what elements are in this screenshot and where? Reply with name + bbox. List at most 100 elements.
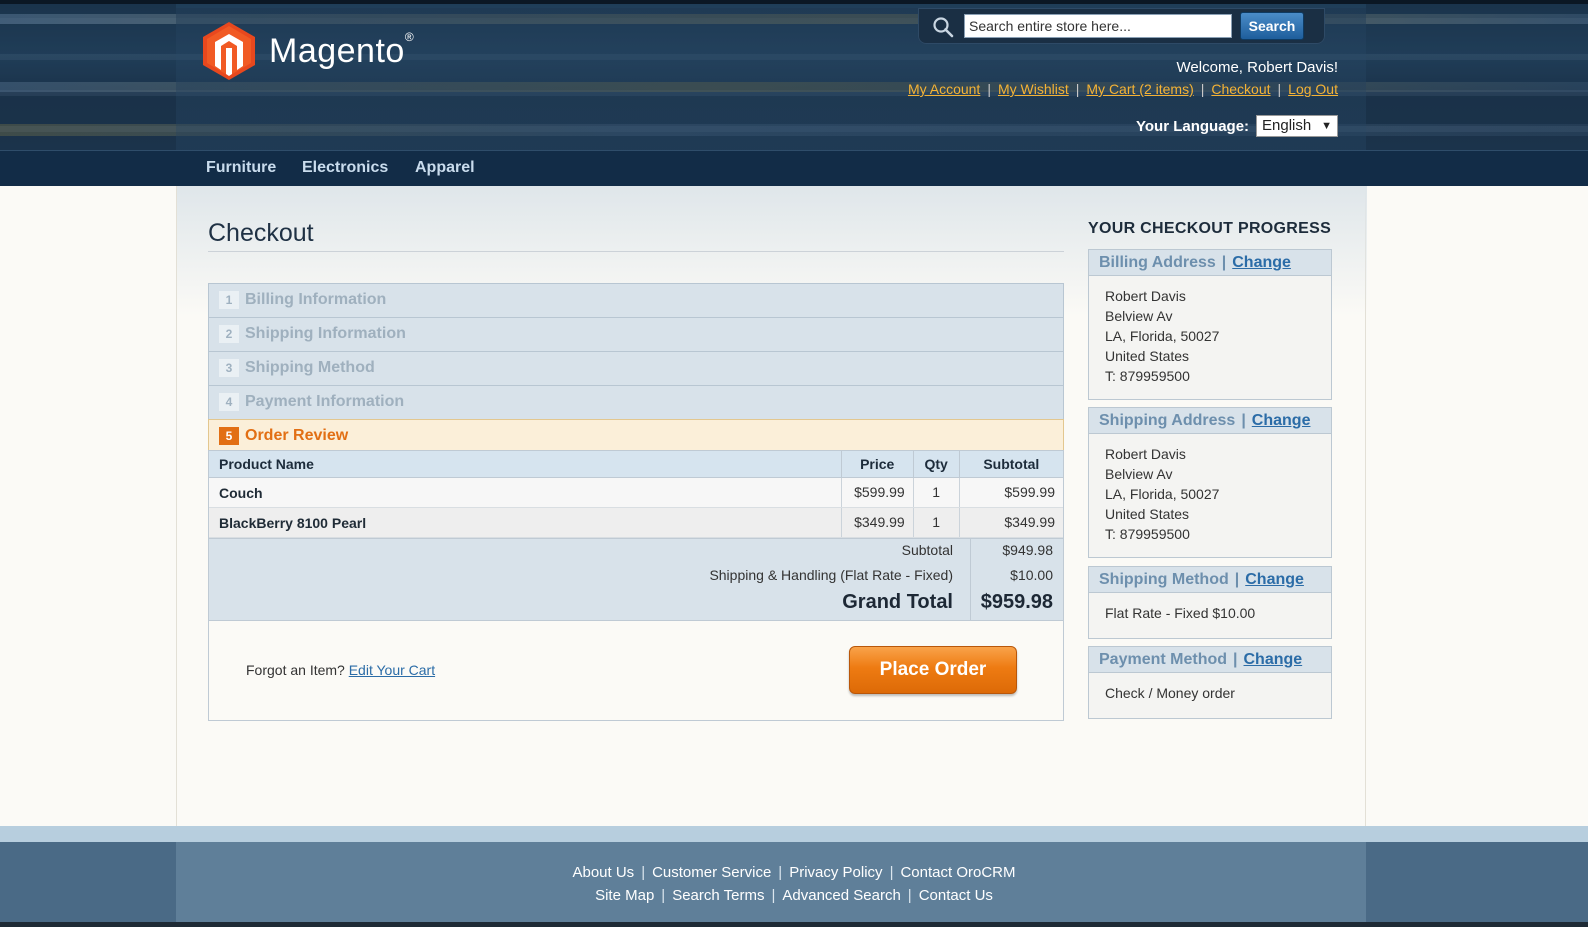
footer-link-about-us[interactable]: About Us bbox=[572, 864, 634, 881]
separator: | bbox=[1200, 81, 1205, 97]
language-label: Your Language: bbox=[1136, 118, 1250, 135]
place-order-button[interactable]: Place Order bbox=[849, 645, 1017, 694]
order-totals: Subtotal $949.98 Shipping & Handling (Fl… bbox=[207, 537, 1063, 621]
change-billing-link[interactable]: Change bbox=[1232, 254, 1291, 271]
separator: | bbox=[1233, 651, 1238, 668]
order-items-table: Product Name Price Qty Subtotal Couch $5… bbox=[209, 451, 1063, 538]
address-line: T: 879959500 bbox=[1105, 368, 1190, 384]
footer-link-advanced-search[interactable]: Advanced Search bbox=[782, 887, 900, 904]
product-name: Couch bbox=[209, 477, 842, 508]
change-shipping-address-link[interactable]: Change bbox=[1252, 412, 1311, 429]
footer-link-customer-service[interactable]: Customer Service bbox=[652, 864, 771, 881]
footer-link-search-terms[interactable]: Search Terms bbox=[672, 887, 764, 904]
progress-payment-method: Payment Method | Change Check / Money orde… bbox=[1088, 646, 1332, 719]
review-footer: Forgot an Item? Edit Your Cart Place Ord… bbox=[209, 619, 1063, 720]
shipping-value: $10.00 bbox=[1010, 566, 1053, 583]
table-row: BlackBerry 8100 Pearl $349.99 1 $349.99 bbox=[209, 507, 1063, 538]
search-box: Search bbox=[918, 8, 1325, 44]
change-shipping-method-link[interactable]: Change bbox=[1245, 571, 1304, 588]
step-number: 1 bbox=[219, 291, 239, 309]
my-wishlist-link[interactable]: My Wishlist bbox=[998, 81, 1069, 97]
progress-box-title: Payment Method bbox=[1099, 651, 1228, 668]
step-shipping-method[interactable]: 3 Shipping Method bbox=[208, 351, 1064, 385]
address-line: Robert Davis bbox=[1105, 446, 1186, 462]
footer-link-privacy-policy[interactable]: Privacy Policy bbox=[789, 864, 882, 881]
step-label: Order Review bbox=[245, 427, 349, 444]
shipping-method-body: Flat Rate - Fixed $10.00 bbox=[1089, 593, 1331, 631]
change-payment-method-link[interactable]: Change bbox=[1244, 651, 1303, 668]
product-subtotal: $349.99 bbox=[959, 507, 1063, 538]
search-button[interactable]: Search bbox=[1240, 12, 1304, 40]
language-select[interactable]: English ▼ bbox=[1256, 115, 1338, 137]
account-links: My Account | My Wishlist | My Cart (2 items)… bbox=[908, 81, 1338, 97]
product-name: BlackBerry 8100 Pearl bbox=[209, 507, 842, 538]
separator: | bbox=[889, 864, 894, 881]
product-price: $349.99 bbox=[841, 507, 914, 538]
separator: | bbox=[1277, 81, 1282, 97]
separator: | bbox=[1234, 571, 1240, 588]
checkout-steps: 1 Billing Information 2 Shipping Informa… bbox=[208, 283, 1064, 452]
grand-total-row: Grand Total $959.98 bbox=[207, 591, 1063, 615]
payment-method-value: Check / Money order bbox=[1105, 685, 1235, 701]
address-line: LA, Florida, 50027 bbox=[1105, 328, 1220, 344]
address-line: Belview Av bbox=[1105, 308, 1173, 324]
step-label: Shipping Method bbox=[245, 359, 375, 376]
step-label: Billing Information bbox=[245, 291, 387, 308]
my-account-link[interactable]: My Account bbox=[908, 81, 980, 97]
footer-bottom-bar bbox=[0, 922, 1588, 927]
progress-box-title: Billing Address bbox=[1099, 254, 1216, 271]
progress-box-title: Shipping Method bbox=[1099, 571, 1229, 588]
step-number: 4 bbox=[219, 393, 239, 411]
product-qty: 1 bbox=[913, 477, 960, 508]
column-header-product-name: Product Name bbox=[209, 451, 842, 478]
step-number: 2 bbox=[219, 325, 239, 343]
welcome-message: Welcome, Robert Davis! bbox=[1176, 59, 1338, 76]
edit-cart-link[interactable]: Edit Your Cart bbox=[349, 662, 435, 678]
store-logo[interactable]: Magento ® bbox=[203, 22, 414, 80]
my-cart-link[interactable]: My Cart (2 items) bbox=[1086, 81, 1193, 97]
logo-registered-mark: ® bbox=[404, 30, 414, 44]
separator: | bbox=[1221, 254, 1227, 271]
separator: | bbox=[771, 887, 776, 904]
step-number: 3 bbox=[219, 359, 239, 377]
order-review: Product Name Price Qty Subtotal Couch $5… bbox=[208, 450, 1064, 721]
separator: | bbox=[1075, 81, 1080, 97]
footer-link-contact-orocrm[interactable]: Contact OroCRM bbox=[900, 864, 1015, 881]
checkout-link[interactable]: Checkout bbox=[1211, 81, 1270, 97]
step-shipping-information[interactable]: 2 Shipping Information bbox=[208, 317, 1064, 351]
table-row: Couch $599.99 1 $599.99 bbox=[209, 477, 1063, 508]
separator: | bbox=[907, 887, 912, 904]
title-divider bbox=[208, 251, 1064, 252]
nav-item-furniture[interactable]: Furniture bbox=[206, 159, 276, 177]
nav-item-electronics[interactable]: Electronics bbox=[302, 159, 388, 177]
progress-box-header: Billing Address | Change bbox=[1089, 250, 1331, 276]
step-number: 5 bbox=[219, 427, 239, 445]
footer-link-contact-us[interactable]: Contact Us bbox=[919, 887, 993, 904]
search-icon bbox=[933, 17, 954, 38]
forgot-item-text: Forgot an Item? Edit Your Cart bbox=[246, 662, 435, 678]
step-billing-information[interactable]: 1 Billing Information bbox=[208, 283, 1064, 317]
product-price: $599.99 bbox=[841, 477, 914, 508]
separator: | bbox=[778, 864, 783, 881]
page-title: Checkout bbox=[208, 219, 314, 247]
separator: | bbox=[1241, 412, 1246, 429]
footer-inner bbox=[176, 842, 1366, 927]
search-input[interactable] bbox=[964, 14, 1232, 38]
shipping-label: Shipping & Handling (Flat Rate - Fixed) bbox=[709, 566, 953, 583]
nav-item-apparel[interactable]: Apparel bbox=[415, 159, 475, 177]
shipping-address-body: Robert Davis Belview Av LA, Florida, 500… bbox=[1089, 434, 1331, 552]
address-line: T: 879959500 bbox=[1105, 526, 1190, 542]
column-header-qty: Qty bbox=[913, 451, 960, 478]
footer-link-site-map[interactable]: Site Map bbox=[595, 887, 654, 904]
footer-links-row-1: About Us | Customer Service | Privacy Policy… bbox=[0, 864, 1588, 881]
logout-link[interactable]: Log Out bbox=[1288, 81, 1338, 97]
subtotal-value: $949.98 bbox=[1002, 541, 1053, 558]
step-label: Shipping Information bbox=[245, 325, 406, 342]
product-qty: 1 bbox=[913, 507, 960, 538]
address-line: Robert Davis bbox=[1105, 288, 1186, 304]
address-line: United States bbox=[1105, 506, 1190, 522]
separator: | bbox=[641, 864, 646, 881]
language-value: English bbox=[1262, 117, 1312, 134]
footer: About Us | Customer Service | Privacy Policy… bbox=[0, 842, 1588, 927]
step-payment-information[interactable]: 4 Payment Information bbox=[208, 385, 1064, 419]
